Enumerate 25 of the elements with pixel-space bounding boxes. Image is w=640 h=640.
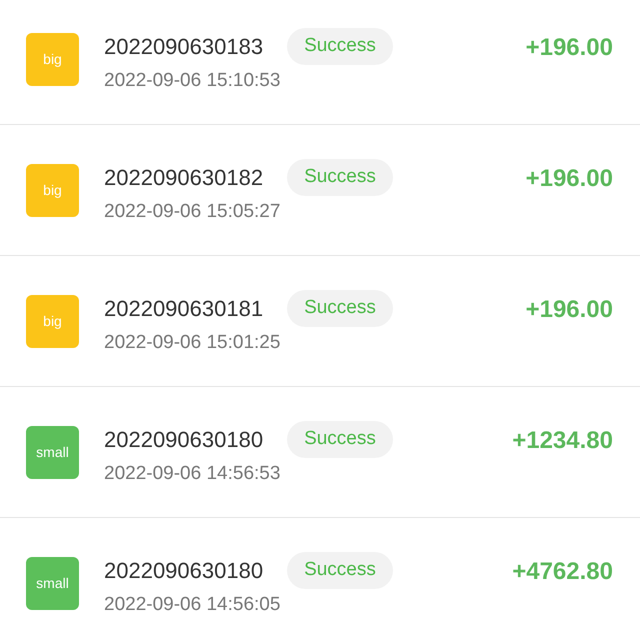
order-number: 2022090630180 [104, 428, 264, 450]
category-badge: big [26, 164, 79, 216]
amount: +4762.80 [512, 557, 613, 587]
order-number: 2022090630180 [104, 560, 264, 582]
status-pill: Success [287, 552, 393, 589]
status-pill: Success [287, 28, 393, 65]
status-pill: Success [287, 159, 393, 196]
amount: +196.00 [526, 33, 613, 63]
order-number: 2022090630181 [104, 298, 264, 320]
transaction-time: 2022-09-06 15:01:25 [104, 333, 282, 352]
transaction-time: 2022-09-06 15:10:53 [104, 71, 282, 90]
order-number: 2022090630183 [104, 36, 264, 58]
category-badge: big [26, 294, 79, 348]
transaction-time: 2022-09-06 15:05:27 [104, 202, 282, 221]
transaction-time: 2022-09-06 14:56:05 [104, 595, 282, 614]
order-number: 2022090630182 [104, 166, 264, 188]
category-badge: big [26, 32, 79, 86]
status-pill: Success [287, 290, 393, 327]
amount: +1234.80 [512, 426, 613, 456]
category-badge: small [26, 556, 79, 610]
transaction-time: 2022-09-06 14:56:53 [104, 464, 282, 483]
status-pill: Success [287, 421, 393, 458]
amount: +196.00 [526, 164, 613, 194]
category-badge: small [26, 426, 79, 478]
amount: +196.00 [526, 295, 613, 325]
